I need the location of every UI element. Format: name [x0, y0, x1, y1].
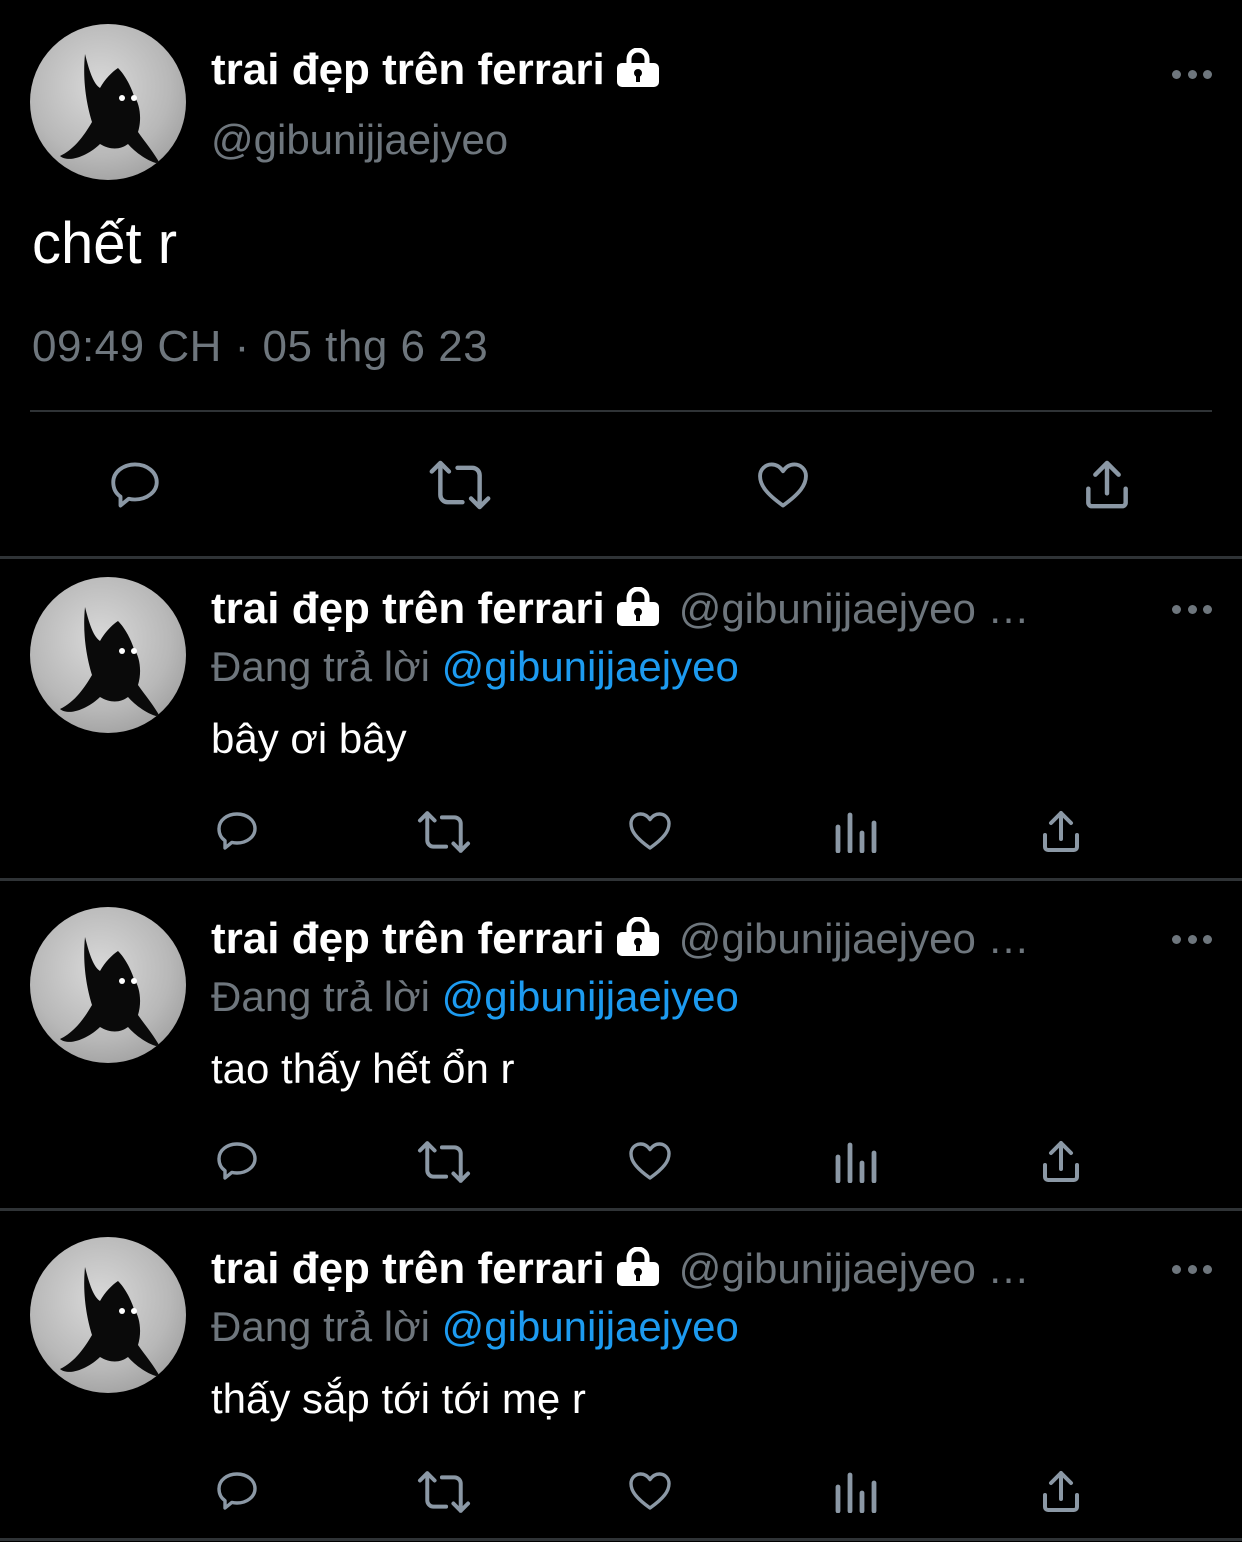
- lock-icon: [615, 586, 661, 632]
- handle[interactable]: @gibunijjaejyeo …: [679, 1245, 1030, 1293]
- replying-prefix: Đang trả lời: [211, 643, 430, 690]
- handle[interactable]: @gibunijjaejyeo …: [679, 915, 1030, 963]
- avatar[interactable]: [30, 907, 186, 1063]
- more-options-icon[interactable]: [1172, 604, 1212, 614]
- like-icon[interactable]: [625, 807, 675, 855]
- display-name[interactable]: trai đẹp trên ferrari: [211, 1244, 605, 1294]
- share-icon[interactable]: [1038, 1137, 1084, 1185]
- cat-avatar-image: [60, 54, 160, 164]
- lock-icon: [615, 47, 661, 93]
- share-icon[interactable]: [1080, 456, 1134, 512]
- replying-to: Đang trả lời @gibunijjaejyeo: [211, 643, 739, 691]
- author-name-row: trai đẹp trên ferrari @gibunijjaejyeo …: [211, 1241, 1141, 1297]
- divider: [30, 410, 1212, 412]
- reply-tweet[interactable]: trai đẹp trên ferrari @gibunijjaejyeo … …: [0, 889, 1242, 1219]
- tweet-actions: [0, 1137, 1242, 1191]
- mention-link[interactable]: @gibunijjaejyeo: [442, 643, 739, 690]
- divider: [0, 1538, 1242, 1541]
- avatar[interactable]: [30, 577, 186, 733]
- cat-avatar-image: [60, 1267, 160, 1377]
- author-name-row: trai đẹp trên ferrari @gibunijjaejyeo …: [211, 911, 1141, 967]
- reply-icon[interactable]: [213, 807, 261, 855]
- author-name-row: trai đẹp trên ferrari @gibunijjaejyeo …: [211, 581, 1141, 637]
- retweet-icon[interactable]: [416, 809, 472, 855]
- author-name-row: trai đẹp trên ferrari: [211, 40, 661, 100]
- more-options-icon[interactable]: [1172, 69, 1212, 79]
- more-options-icon[interactable]: [1172, 934, 1212, 944]
- tweet-text: bây ơi bây: [211, 715, 407, 762]
- reply-icon[interactable]: [106, 456, 164, 514]
- replying-to: Đang trả lời @gibunijjaejyeo: [211, 1303, 739, 1351]
- divider: [0, 1208, 1242, 1211]
- tweet-actions: [0, 450, 1242, 520]
- mention-link[interactable]: @gibunijjaejyeo: [442, 973, 739, 1020]
- views-icon[interactable]: [834, 1471, 878, 1513]
- tweet-text: tao thấy hết ổn r: [211, 1045, 515, 1092]
- share-icon[interactable]: [1038, 1467, 1084, 1515]
- reply-tweet[interactable]: trai đẹp trên ferrari @gibunijjaejyeo … …: [0, 559, 1242, 889]
- like-icon[interactable]: [625, 1467, 675, 1515]
- retweet-icon[interactable]: [416, 1469, 472, 1515]
- lock-icon: [615, 1246, 661, 1292]
- like-icon[interactable]: [753, 456, 813, 514]
- tweet-text: thấy sắp tới tới mẹ r: [211, 1375, 586, 1422]
- handle[interactable]: @gibunijjaejyeo: [211, 116, 508, 164]
- replying-prefix: Đang trả lời: [211, 1303, 430, 1350]
- share-icon[interactable]: [1038, 807, 1084, 855]
- views-icon[interactable]: [834, 1141, 878, 1183]
- display-name[interactable]: trai đẹp trên ferrari: [211, 45, 605, 95]
- replying-prefix: Đang trả lời: [211, 973, 430, 1020]
- tweet-text: chết r: [32, 211, 178, 276]
- main-tweet: trai đẹp trên ferrari @gibunijjaejyeo ch…: [0, 0, 1242, 558]
- reply-tweet[interactable]: trai đẹp trên ferrari @gibunijjaejyeo … …: [0, 1219, 1242, 1542]
- tweet-timestamp[interactable]: 09:49 CH · 05 thg 6 23: [32, 322, 488, 372]
- retweet-icon[interactable]: [416, 1139, 472, 1185]
- cat-avatar-image: [60, 607, 160, 717]
- cat-avatar-image: [60, 937, 160, 1047]
- more-options-icon[interactable]: [1172, 1264, 1212, 1274]
- avatar[interactable]: [30, 24, 186, 180]
- retweet-icon[interactable]: [428, 458, 492, 512]
- lock-icon: [615, 916, 661, 962]
- divider: [0, 878, 1242, 881]
- display-name[interactable]: trai đẹp trên ferrari: [211, 914, 605, 964]
- reply-icon[interactable]: [213, 1137, 261, 1185]
- handle[interactable]: @gibunijjaejyeo …: [679, 585, 1030, 633]
- avatar[interactable]: [30, 1237, 186, 1393]
- views-icon[interactable]: [834, 811, 878, 853]
- tweet-actions: [0, 1467, 1242, 1521]
- like-icon[interactable]: [625, 1137, 675, 1185]
- display-name[interactable]: trai đẹp trên ferrari: [211, 584, 605, 634]
- replying-to: Đang trả lời @gibunijjaejyeo: [211, 973, 739, 1021]
- tweet-actions: [0, 807, 1242, 861]
- reply-icon[interactable]: [213, 1467, 261, 1515]
- mention-link[interactable]: @gibunijjaejyeo: [442, 1303, 739, 1350]
